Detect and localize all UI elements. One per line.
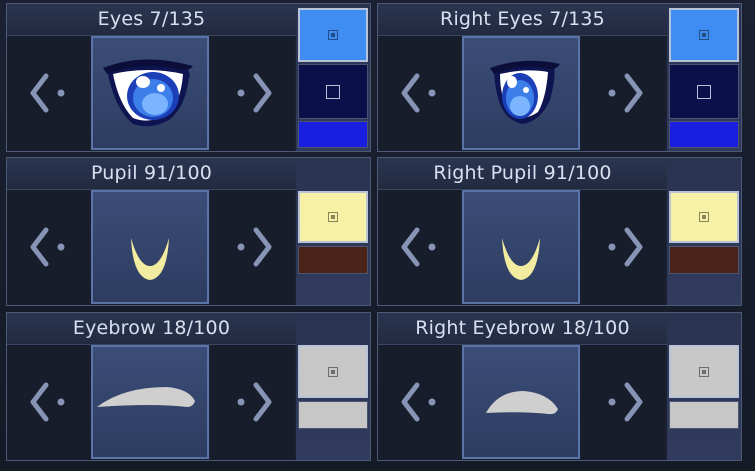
panel-right-eyes: Right Eyes 7/135	[377, 3, 742, 152]
chevron-right-icon	[237, 382, 272, 422]
color-swatch[interactable]	[298, 64, 368, 119]
color-swatch[interactable]	[298, 8, 368, 62]
chevron-right-icon	[608, 73, 643, 113]
chevron-right-icon	[237, 73, 272, 113]
next-right-eyebrow-button[interactable]	[581, 345, 665, 460]
right-pupil-preview	[462, 190, 580, 304]
color-swatch[interactable]	[669, 8, 739, 62]
right-eyes-color-swatches	[667, 4, 741, 151]
panel-eyes: Eyes 7/135	[6, 3, 371, 152]
panel-right-eyebrow: Right Eyebrow 18/100	[377, 312, 742, 461]
color-swatch[interactable]	[669, 121, 739, 148]
panel-title: Pupil 91/100	[7, 158, 296, 190]
right-pupil-color-swatches	[667, 158, 741, 305]
color-swatch[interactable]	[669, 401, 739, 429]
eyes-color-swatches	[296, 4, 370, 151]
color-swatch[interactable]	[298, 401, 368, 429]
color-swatch[interactable]	[298, 191, 368, 243]
panel-title: Eyes 7/135	[7, 4, 296, 36]
prev-eyebrow-button[interactable]	[7, 345, 91, 460]
eyebrow-icon	[486, 391, 558, 415]
next-pupil-button[interactable]	[210, 190, 294, 305]
chevron-left-icon	[401, 227, 436, 267]
face-editor-grid: Eyes 7/135 Right Eyes 7/135 Pupil 91/100…	[0, 0, 755, 471]
color-swatch[interactable]	[669, 246, 739, 274]
right-eye-icon	[490, 60, 560, 124]
panel-pupil: Pupil 91/100	[6, 157, 371, 306]
panel-title: Right Eyebrow 18/100	[378, 313, 667, 345]
next-eyebrow-button[interactable]	[210, 345, 294, 460]
prev-right-eyebrow-button[interactable]	[378, 345, 462, 460]
panel-title: Eyebrow 18/100	[7, 313, 296, 345]
chevron-left-icon	[30, 73, 65, 113]
chevron-right-icon	[608, 227, 643, 267]
eyebrow-icon	[97, 387, 195, 407]
chevron-left-icon	[401, 382, 436, 422]
chevron-right-icon	[237, 227, 272, 267]
prev-right-eyes-button[interactable]	[378, 36, 462, 151]
prev-eyes-button[interactable]	[7, 36, 91, 151]
eyebrow-color-swatches	[296, 313, 370, 460]
chevron-right-icon	[608, 382, 643, 422]
eyebrow-preview	[91, 345, 209, 459]
color-swatch[interactable]	[669, 64, 739, 119]
panel-right-pupil: Right Pupil 91/100	[377, 157, 742, 306]
left-eye-icon	[103, 59, 193, 127]
color-swatch[interactable]	[298, 345, 368, 398]
color-swatch[interactable]	[298, 121, 368, 148]
right-eyebrow-color-swatches	[667, 313, 741, 460]
chevron-left-icon	[401, 73, 436, 113]
prev-pupil-button[interactable]	[7, 190, 91, 305]
pupil-preview	[91, 190, 209, 304]
panel-title: Right Eyes 7/135	[378, 4, 667, 36]
next-right-pupil-button[interactable]	[581, 190, 665, 305]
panel-title: Right Pupil 91/100	[378, 158, 667, 190]
pupil-color-swatches	[296, 158, 370, 305]
chevron-left-icon	[30, 227, 65, 267]
panel-eyebrow: Eyebrow 18/100	[6, 312, 371, 461]
crescent-pupil-icon	[502, 238, 540, 280]
color-swatch[interactable]	[298, 246, 368, 274]
next-eyes-button[interactable]	[210, 36, 294, 151]
crescent-pupil-icon	[131, 238, 169, 280]
right-eyes-preview	[462, 36, 580, 150]
right-eyebrow-preview	[462, 345, 580, 459]
next-right-eyes-button[interactable]	[581, 36, 665, 151]
eyes-preview	[91, 36, 209, 150]
prev-right-pupil-button[interactable]	[378, 190, 462, 305]
color-swatch[interactable]	[669, 191, 739, 243]
chevron-left-icon	[30, 382, 65, 422]
color-swatch[interactable]	[669, 345, 739, 398]
